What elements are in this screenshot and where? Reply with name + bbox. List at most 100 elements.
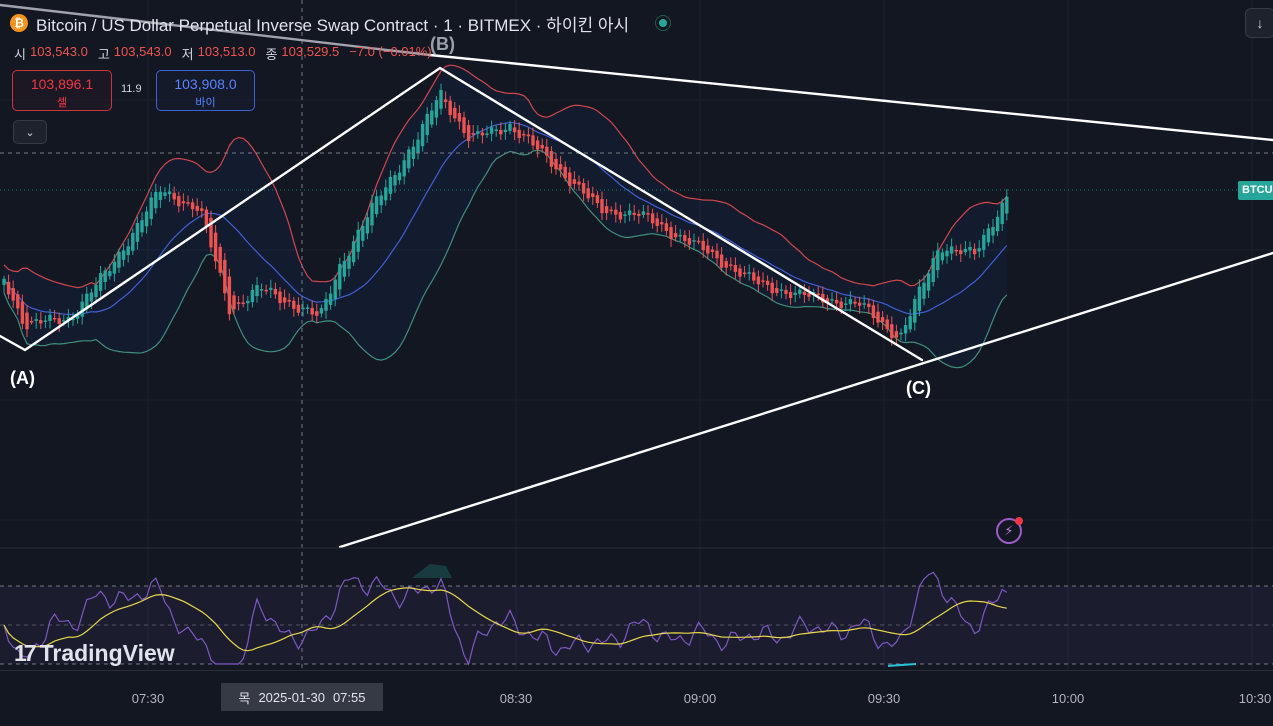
candle-body — [2, 278, 6, 285]
time-tick: 08:30 — [499, 691, 533, 706]
buy-label: 바이 — [195, 97, 216, 109]
candle-body — [453, 107, 457, 119]
crosshair-day: 목 — [238, 690, 251, 706]
candle-body — [296, 304, 301, 313]
candle-body — [324, 298, 328, 311]
candle-body — [1005, 196, 1009, 214]
high-label: 고 — [97, 47, 110, 62]
candle-body — [526, 134, 531, 137]
candle-body — [802, 291, 807, 295]
time-axis[interactable]: 07:30 08:30 09:00 09:30 10:00 10:30 목 20… — [0, 670, 1273, 726]
candle-body — [577, 181, 581, 185]
candle-body — [476, 131, 480, 134]
candle-body — [420, 123, 425, 147]
sell-price: 103,896.1 — [30, 76, 94, 92]
time-tick: 09:00 — [683, 691, 717, 706]
candle-body — [793, 292, 797, 295]
candle-body — [149, 197, 153, 219]
candle-body — [154, 191, 158, 209]
candle-body — [517, 129, 521, 139]
candle-body — [508, 123, 512, 131]
scroll-to-realtime-button[interactable]: ↓ — [1245, 8, 1273, 38]
candle-body — [692, 240, 696, 242]
candle-body — [503, 129, 508, 133]
candle-body — [108, 271, 112, 277]
crosshair-time: 07:55 — [332, 689, 366, 705]
candle-body — [287, 299, 291, 302]
candle-body — [250, 289, 255, 303]
close-value: 103,529.5 — [281, 44, 340, 59]
candle-body — [558, 164, 563, 170]
candle-body — [756, 276, 761, 285]
candle-body — [683, 235, 687, 242]
candle-body — [535, 140, 540, 150]
candle-body — [591, 193, 595, 197]
candle-body — [554, 158, 558, 170]
crosshair-date: 2025-01-30 — [258, 689, 325, 705]
candle-body — [913, 298, 917, 323]
pattern-label-a: (A) — [10, 368, 35, 388]
candle-body — [715, 250, 719, 259]
candle-body — [213, 232, 218, 262]
candle-body — [94, 284, 98, 297]
candle-body — [471, 133, 475, 135]
candle-body — [968, 247, 972, 251]
candle-body — [738, 268, 742, 277]
candle-body — [25, 312, 29, 330]
candle-body — [779, 289, 784, 291]
candle-body — [637, 213, 641, 216]
bitcoin-icon: ₿ — [10, 14, 28, 32]
candle-body — [305, 307, 310, 309]
candle-body — [931, 258, 935, 283]
symbol-title[interactable]: Bitcoin / US Dollar Perpetual Inverse Sw… — [36, 11, 629, 36]
candle-body — [857, 302, 862, 306]
candle-body — [788, 291, 793, 299]
buy-button[interactable]: 103,908.0 바이 — [156, 70, 255, 111]
open-value: 103,543.0 — [29, 44, 88, 59]
candle-body — [126, 246, 130, 256]
candle-body — [747, 272, 751, 274]
candle-body — [434, 100, 439, 118]
candle-body — [200, 208, 204, 211]
low-value: 103,513.0 — [197, 44, 256, 59]
candle-body — [16, 294, 20, 309]
sell-button[interactable]: 103,896.1 셀 — [12, 70, 112, 111]
candle-body — [867, 303, 871, 307]
candle-body — [545, 146, 549, 156]
candle-body — [6, 281, 11, 295]
candle-body — [936, 250, 940, 271]
candle-body — [407, 149, 411, 169]
candle-body — [839, 301, 843, 309]
candle-body — [903, 325, 908, 334]
rsi-pane — [0, 547, 1273, 667]
candle-body — [945, 250, 949, 257]
candle-body — [347, 255, 351, 269]
candle-body — [485, 133, 489, 135]
time-tick: 10:00 — [1051, 691, 1085, 706]
live-dot-icon — [655, 15, 672, 31]
candle-body — [894, 331, 899, 338]
candle-body — [977, 248, 981, 252]
candle-body — [443, 99, 448, 103]
candle-body — [696, 240, 701, 243]
candle-body — [729, 264, 733, 266]
candle-body — [862, 303, 866, 305]
candle-body — [163, 192, 167, 196]
candle-body — [844, 303, 848, 305]
candle-body — [397, 172, 402, 181]
candle-body — [462, 117, 466, 133]
candle-body — [328, 293, 333, 305]
candle-body — [798, 289, 802, 294]
lightning-icon[interactable]: ⚡ — [996, 517, 1023, 544]
candle-body — [29, 320, 34, 323]
candle-body — [181, 201, 186, 204]
candle-body — [604, 206, 609, 214]
candle-body — [765, 280, 770, 285]
buy-price: 103,908.0 — [174, 76, 237, 92]
candle-body — [227, 276, 232, 315]
collapse-legend-button[interactable]: ⌄ — [13, 120, 47, 144]
candle-body — [282, 297, 287, 303]
candle-body — [568, 172, 572, 186]
candle-body — [706, 245, 710, 254]
time-tick: 10:30 — [1238, 691, 1272, 706]
